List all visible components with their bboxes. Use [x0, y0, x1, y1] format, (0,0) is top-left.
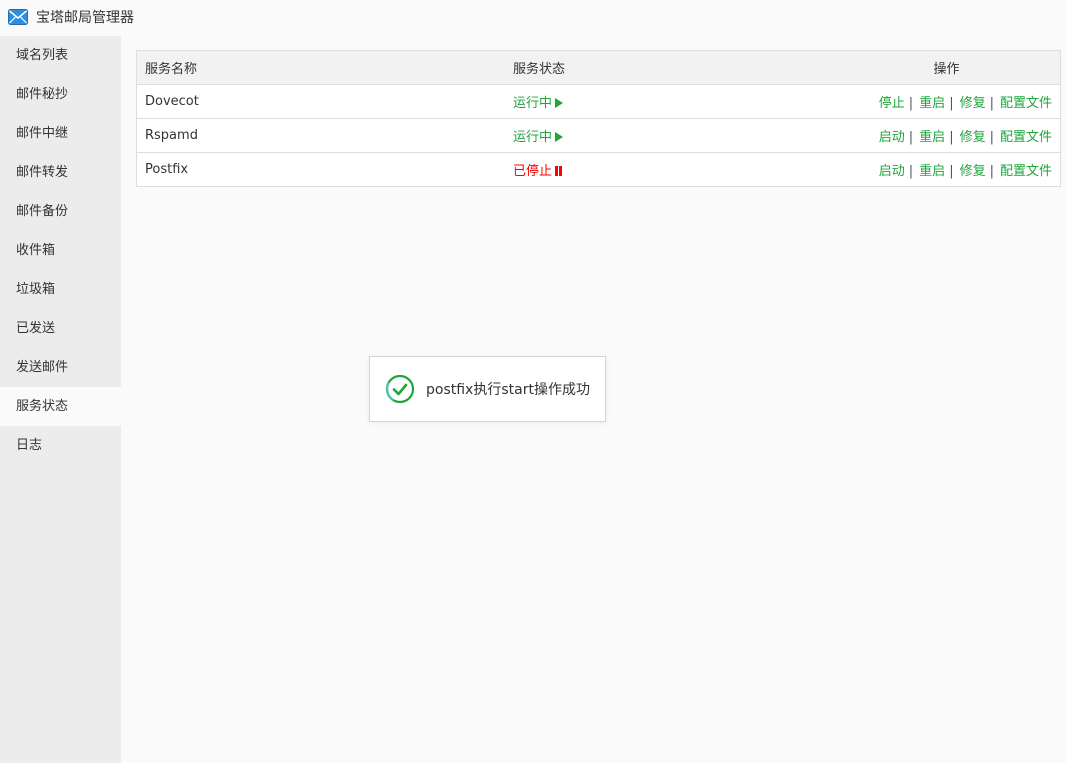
config-file-button[interactable]: 配置文件 [1000, 96, 1052, 111]
check-circle-icon [385, 374, 415, 404]
table-row: Rspamd 运行中 启动 | 重启 | 修复 | 配置文件 [136, 118, 1061, 153]
repair-button[interactable]: 修复 [960, 164, 986, 179]
status-text: 运行中 [513, 96, 553, 111]
column-header-ops: 操作 [841, 50, 1061, 85]
separator: | [989, 96, 994, 111]
config-file-button[interactable]: 配置文件 [1000, 164, 1052, 179]
service-ops: 停止 | 重启 | 修复 | 配置文件 [841, 84, 1061, 119]
separator: | [908, 130, 914, 145]
separator: | [989, 164, 994, 179]
toast-message: postfix执行start操作成功 [426, 382, 590, 398]
start-button[interactable]: 启动 [879, 164, 905, 179]
restart-button[interactable]: 重启 [919, 130, 945, 145]
sidebar-item-domain-list[interactable]: 域名列表 [0, 36, 121, 75]
table-row: Postfix 已停止 启动 | 重启 | 修复 | 配置文件 [136, 152, 1061, 187]
separator: | [949, 130, 954, 145]
table-row: Dovecot 运行中 停止 | 重启 | 修复 | 配置文件 [136, 84, 1061, 119]
sidebar-item-service-status[interactable]: 服务状态 [0, 387, 121, 426]
column-header-status: 服务状态 [505, 50, 841, 85]
restart-button[interactable]: 重启 [919, 96, 945, 111]
stop-button[interactable]: 停止 [879, 96, 905, 111]
repair-button[interactable]: 修复 [960, 130, 986, 145]
separator: | [949, 164, 954, 179]
mail-icon [8, 9, 28, 25]
title-bar: 宝塔邮局管理器 [0, 0, 1066, 34]
status-text: 运行中 [513, 130, 553, 145]
service-status: 已停止 [505, 152, 841, 187]
running-icon [555, 132, 564, 142]
sidebar-item-inbox[interactable]: 收件箱 [0, 231, 121, 270]
sidebar-item-logs[interactable]: 日志 [0, 426, 121, 465]
app-title: 宝塔邮局管理器 [36, 10, 134, 26]
sidebar: 域名列表 邮件秘抄 邮件中继 邮件转发 邮件备份 收件箱 垃圾箱 已发送 发送邮… [0, 36, 121, 763]
sidebar-item-sent[interactable]: 已发送 [0, 309, 121, 348]
sidebar-item-mail-forward[interactable]: 邮件转发 [0, 153, 121, 192]
service-ops: 启动 | 重启 | 修复 | 配置文件 [841, 152, 1061, 187]
repair-button[interactable]: 修复 [960, 96, 986, 111]
separator: | [949, 96, 954, 111]
status-text: 已停止 [513, 164, 553, 179]
stopped-icon [555, 166, 563, 176]
service-status: 运行中 [505, 84, 841, 119]
service-ops: 启动 | 重启 | 修复 | 配置文件 [841, 118, 1061, 153]
running-icon [555, 98, 564, 108]
table-header-row: 服务名称 服务状态 操作 [136, 50, 1061, 85]
config-file-button[interactable]: 配置文件 [1000, 130, 1052, 145]
column-header-name: 服务名称 [136, 50, 505, 85]
service-table: 服务名称 服务状态 操作 Dovecot 运行中 停止 | 重启 | 修复 | 配置文件 R… [136, 50, 1061, 187]
restart-button[interactable]: 重启 [919, 164, 945, 179]
service-name: Postfix [136, 152, 505, 187]
sidebar-item-mail-relay[interactable]: 邮件中继 [0, 114, 121, 153]
service-name: Dovecot [136, 84, 505, 119]
sidebar-item-junk[interactable]: 垃圾箱 [0, 270, 121, 309]
separator: | [908, 164, 914, 179]
separator: | [989, 130, 994, 145]
separator: | [908, 96, 914, 111]
service-name: Rspamd [136, 118, 505, 153]
start-button[interactable]: 启动 [879, 130, 905, 145]
sidebar-item-mail-backup[interactable]: 邮件备份 [0, 192, 121, 231]
sidebar-item-mail-bcc[interactable]: 邮件秘抄 [0, 75, 121, 114]
service-status: 运行中 [505, 118, 841, 153]
sidebar-item-send-mail[interactable]: 发送邮件 [0, 348, 121, 387]
success-toast: postfix执行start操作成功 [369, 356, 606, 422]
